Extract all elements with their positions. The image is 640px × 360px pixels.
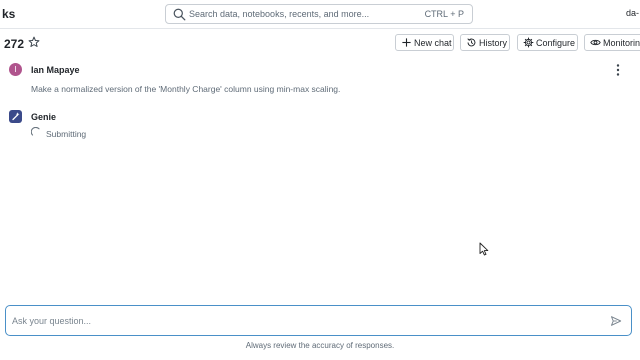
global-search[interactable]: Search data, notebooks, recents, and mor…: [165, 4, 473, 24]
sparkle-icon: [12, 112, 20, 121]
send-icon[interactable]: [610, 315, 622, 327]
search-icon: [173, 8, 186, 21]
message-author: Ian Mapaye: [31, 65, 80, 75]
app-name[interactable]: ks: [2, 7, 15, 21]
page-title: 272: [4, 37, 25, 51]
monitoring-button[interactable]: Monitoring: [584, 34, 640, 51]
title-row: 272 New chat History Configure Monitorin…: [0, 33, 640, 55]
user-avatar: I: [9, 63, 22, 76]
top-bar: ks Search data, notebooks, recents, and …: [0, 0, 640, 29]
configure-label: Configure: [536, 38, 576, 48]
configure-button[interactable]: Configure: [517, 34, 578, 51]
disclaimer-text: Always review the accuracy of responses.: [245, 341, 395, 350]
plus-icon: [402, 38, 411, 47]
search-placeholder: Search data, notebooks, recents, and mor…: [189, 9, 370, 19]
genie-avatar: [9, 110, 22, 123]
user-menu[interactable]: da-: [626, 8, 639, 18]
history-button[interactable]: History: [460, 34, 510, 51]
new-chat-button[interactable]: New chat: [395, 34, 454, 51]
spinner-icon: [31, 127, 40, 136]
history-icon: [467, 38, 476, 47]
message-text: Make a normalized version of the 'Monthl…: [31, 84, 341, 94]
status-text: Submitting: [46, 129, 87, 139]
genie-author: Genie: [31, 112, 57, 122]
more-options-icon[interactable]: [613, 63, 623, 77]
star-icon[interactable]: [28, 36, 40, 48]
search-shortcut: CTRL + P: [424, 9, 464, 19]
eye-icon: [590, 39, 601, 46]
composer: [5, 305, 632, 336]
question-input[interactable]: [12, 314, 592, 328]
history-label: History: [479, 38, 508, 48]
mouse-cursor-icon: [479, 242, 489, 256]
gear-icon: [523, 37, 534, 48]
new-chat-label: New chat: [414, 38, 452, 48]
monitoring-label: Monitoring: [603, 38, 640, 48]
